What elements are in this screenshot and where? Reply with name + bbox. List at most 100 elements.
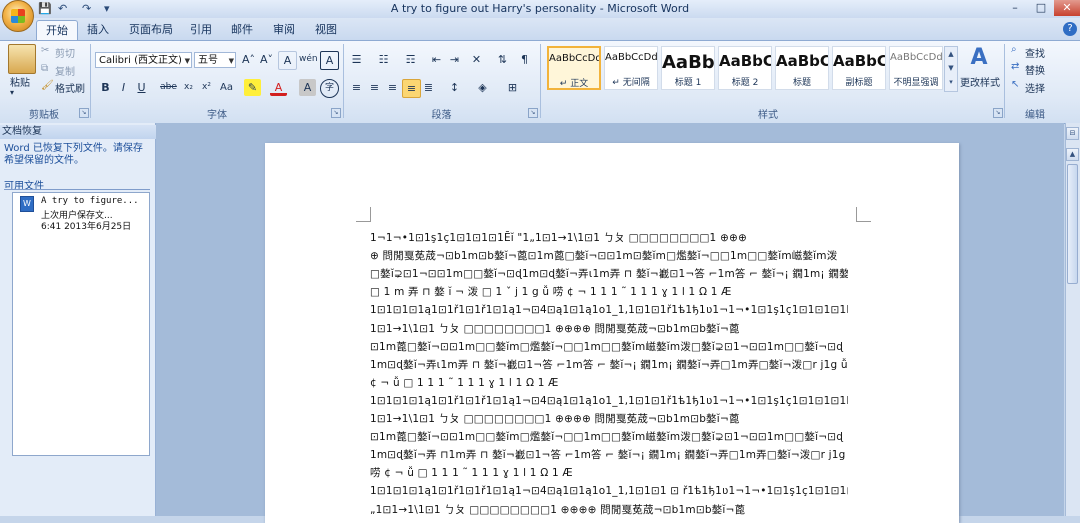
scroll-up-icon[interactable]: ▲ [1066,148,1079,161]
document-text-line[interactable]: □嫯ĭ⊋⊡1¬⊡⊡1m□□嫯ĭ¬⊡ɖ1m⊡ɖ嫯ĭ¬弄ɩ1m弄 ⊓ 嫯ĭ¬嶻⊡1¬… [370,265,848,283]
character-shading-button[interactable]: A [299,79,316,96]
align-left-icon[interactable]: ≡ [348,79,365,96]
shading-icon[interactable]: ◈ [474,79,491,96]
styles-group-label: 样式 [758,110,778,121]
help-icon[interactable]: ? [1063,22,1077,36]
chevron-down-icon: ▼ [228,57,234,65]
paragraph-launcher-icon[interactable]: ↘ [528,108,538,118]
paste-button-label[interactable]: 粘贴 [10,74,30,89]
paste-dropdown-icon[interactable]: ▾ [10,88,14,97]
show-marks-icon[interactable]: ¶ [516,51,533,68]
style-name: 标题 2 [731,78,759,88]
recovered-file-name[interactable]: A try to figure... [41,196,139,206]
strikethrough-button[interactable]: abe [160,79,177,96]
change-styles-button[interactable]: 更改样式 [960,74,1000,89]
style-tile[interactable]: AaBbCcDd ↵ 正文 [547,46,601,90]
replace-button[interactable]: 替换 [1025,62,1045,77]
document-text-line[interactable]: ¢ ¬ ǚ □ 1 1 1 ˜ 1 1 1 ɣ 1 l 1 Ω 1 Æ [370,374,848,392]
format-painter-button[interactable]: 格式刷 [55,80,85,95]
underline-button[interactable]: U [133,79,150,96]
align-center-icon[interactable]: ≡ [366,79,383,96]
word-document-icon[interactable]: W [20,196,34,212]
justify-icon[interactable]: ≡ [402,79,421,98]
shrink-font-button[interactable]: A˅ [258,51,275,68]
document-text-line[interactable]: ⊕ 問閒戛莬荿¬⊡b1m⊡b嫯ĭ¬蓖⊡1m蓖□嫯ĭ¬⊡⊡1m⊡嫯ĭm□爁嫯ĭ¬□… [370,247,848,265]
distributed-icon[interactable]: ≣ [420,79,437,96]
tab-review[interactable]: 审阅 [264,20,304,40]
document-text-line[interactable]: 唠 ¢ ¬ ǚ □ 1 1 1 ˜ 1 1 1 ɣ 1 l 1 Ω 1 Æ [370,464,848,482]
font-name-field[interactable]: Calibri (西文正文) ▼ [95,52,192,68]
sort-icon[interactable]: ⇅ [494,51,511,68]
style-tile[interactable]: AaBbCcDd ↵ 无间隔 [604,46,658,90]
document-text-line[interactable]: ⊡1m蓖□嫯ĭ¬⊡⊡1m□□嫯ĭm□爁嫯ĭ¬□□1m□□嫯ĭm嵫嫯ĭm泼□嫯ĭ⊋… [370,338,848,356]
subscript-button[interactable]: x₂ [180,79,197,96]
tab-page-layout[interactable]: 页面布局 [120,20,182,40]
style-tile[interactable]: AaBbC 副标题 [832,46,886,90]
align-right-icon[interactable]: ≡ [384,79,401,96]
find-button[interactable]: 查找 [1025,45,1045,60]
italic-button[interactable]: I [115,79,132,96]
enclose-character-button[interactable]: 字 [320,79,339,98]
document-text-line[interactable]: 1⊡1⊡1⊡1ą1⊡1ř1⊡1ř1⊡1ą1¬⊡4⊡ą1⊡1ą1o1_1‚1⊡1⊡… [370,392,848,410]
format-painter-icon[interactable]: 🖌 [41,80,54,91]
change-case-button[interactable]: Aa [218,79,235,96]
document-text-line[interactable]: 1⊡1⊡1⊡1ą1⊡1ř1⊡1ř1⊡1ą1¬⊡4⊡ą1⊡1ą1o1_1‚1⊡1⊡… [370,301,848,319]
paste-icon[interactable] [8,44,36,74]
change-styles-icon[interactable]: A [966,45,992,71]
find-icon[interactable]: ⌕ [1011,44,1017,55]
superscript-button[interactable]: x² [198,79,215,96]
borders-icon[interactable]: ⊞ [504,79,521,96]
tab-insert[interactable]: 插入 [78,20,118,40]
font-launcher-icon[interactable]: ↘ [331,108,341,118]
style-tile[interactable]: AaBb 标题 1 [661,46,715,90]
document-text-line[interactable]: 1¬1¬•1⊡1ş1ç1⊡1⊡1⊡1Ēĭ "1„1⊡1→1\1⊡1 ㄅㄆ □□□… [370,229,848,247]
font-color-icon[interactable]: A [270,79,287,96]
cut-icon[interactable]: ✂ [41,45,49,56]
numbering-icon[interactable]: ☷ [375,51,392,68]
replace-icon[interactable]: ⇄ [1011,61,1019,72]
scrollbar-thumb[interactable] [1067,164,1078,284]
tab-mailings[interactable]: 邮件 [222,20,262,40]
increase-indent-icon[interactable]: ⇥ [446,51,463,68]
document-text-line[interactable]: 1⊡1⊡1⊡1ą1⊡1ř1⊡1ř1⊡1ą1¬⊡4⊡ą1⊡1ą1o1_1‚1⊡1⊡… [370,482,848,500]
document-text-line[interactable]: 1m⊡ɖ嫯ĭ¬弄ɩ1m弄 ⊓ 嫯ĭ¬嶻⊡1¬答 ⌐1m答 ⌐ 嫯ĭ¬¡ 鐗1m¡… [370,356,848,374]
decrease-indent-icon[interactable]: ⇤ [428,51,445,68]
highlight-icon[interactable]: ✎ [244,79,261,96]
style-sample: AaBbC [833,52,886,70]
styles-launcher-icon[interactable]: ↘ [993,108,1003,118]
document-text-line[interactable]: 1⊡1→1\1⊡1 ㄅㄆ □□□□□□□□1 ⊕⊕⊕⊕ 問閒戛莬荿¬⊡b1m⊡b… [370,410,848,428]
document-text-line[interactable]: □ 1 m 弄 ⊓ 嫯 ĭ ¬ 泼 □ 1 ˇ j 1 g ǚ 唠 ¢ ¬ 1 … [370,283,848,301]
tab-references[interactable]: 引用 [181,20,221,40]
tab-view[interactable]: 视图 [306,20,346,40]
document-text-line[interactable]: 1m⊡ɖ嫯ĭ¬弄 ⊓1m弄 ⊓ 嫯ĭ¬嶻⊡1¬答 ⌐1m答 ⌐ 嫯ĭ¬¡ 鐗1m… [370,446,848,464]
office-button[interactable] [2,0,34,32]
document-text-line[interactable]: 1⊡1→1\1⊡1 ㄅㄆ □□□□□□□□1 ⊕⊕⊕⊕ 問閒戛莬荿¬⊡b1m⊡b… [370,320,848,338]
cut-button[interactable]: 剪切 [55,45,75,60]
gallery-scroll-icon[interactable]: ▲ ▼ ▾ [944,46,958,92]
bold-button[interactable]: B [97,79,114,96]
close-button[interactable]: ✕ [1054,0,1080,16]
minimize-button[interactable]: – [1002,0,1028,16]
grow-font-button[interactable]: A˄ [240,51,257,68]
bullets-icon[interactable]: ☰ [348,51,365,68]
select-button[interactable]: 选择 [1025,80,1045,95]
copy-icon[interactable]: ⧉ [41,63,48,74]
style-tile[interactable]: AaBbC 标题 [775,46,829,90]
document-text-line[interactable]: ⊡1m蓖□嫯ĭ¬⊡⊡1m□□嫯ĭm□爁嫯ĭ¬□□1m□□嫯ĭm嵫嫯ĭm泼□嫯ĭ⊋… [370,428,848,446]
clipboard-launcher-icon[interactable]: ↘ [79,108,89,118]
maximize-button[interactable]: □ [1028,0,1054,16]
copy-button[interactable]: 复制 [55,63,75,78]
tab-home[interactable]: 开始 [36,20,78,41]
style-tile[interactable]: AaBbC 标题 2 [718,46,772,90]
multilevel-list-icon[interactable]: ☶ [402,51,419,68]
select-icon[interactable]: ↖ [1011,79,1019,90]
style-tile[interactable]: AaBbCcDd 不明显强调 [889,46,943,90]
clear-formatting-button[interactable]: A [278,51,297,70]
line-spacing-icon[interactable]: ↕ [446,79,463,96]
crop-mark [856,207,871,222]
character-border-button[interactable]: A [320,51,339,70]
asian-layout-icon[interactable]: ✕ [468,51,485,68]
ruler-toggle-icon[interactable]: ⊟ [1066,127,1079,140]
font-size-field[interactable]: 五号 ▼ [194,52,236,68]
phonetic-guide-button[interactable]: wén [299,51,318,68]
